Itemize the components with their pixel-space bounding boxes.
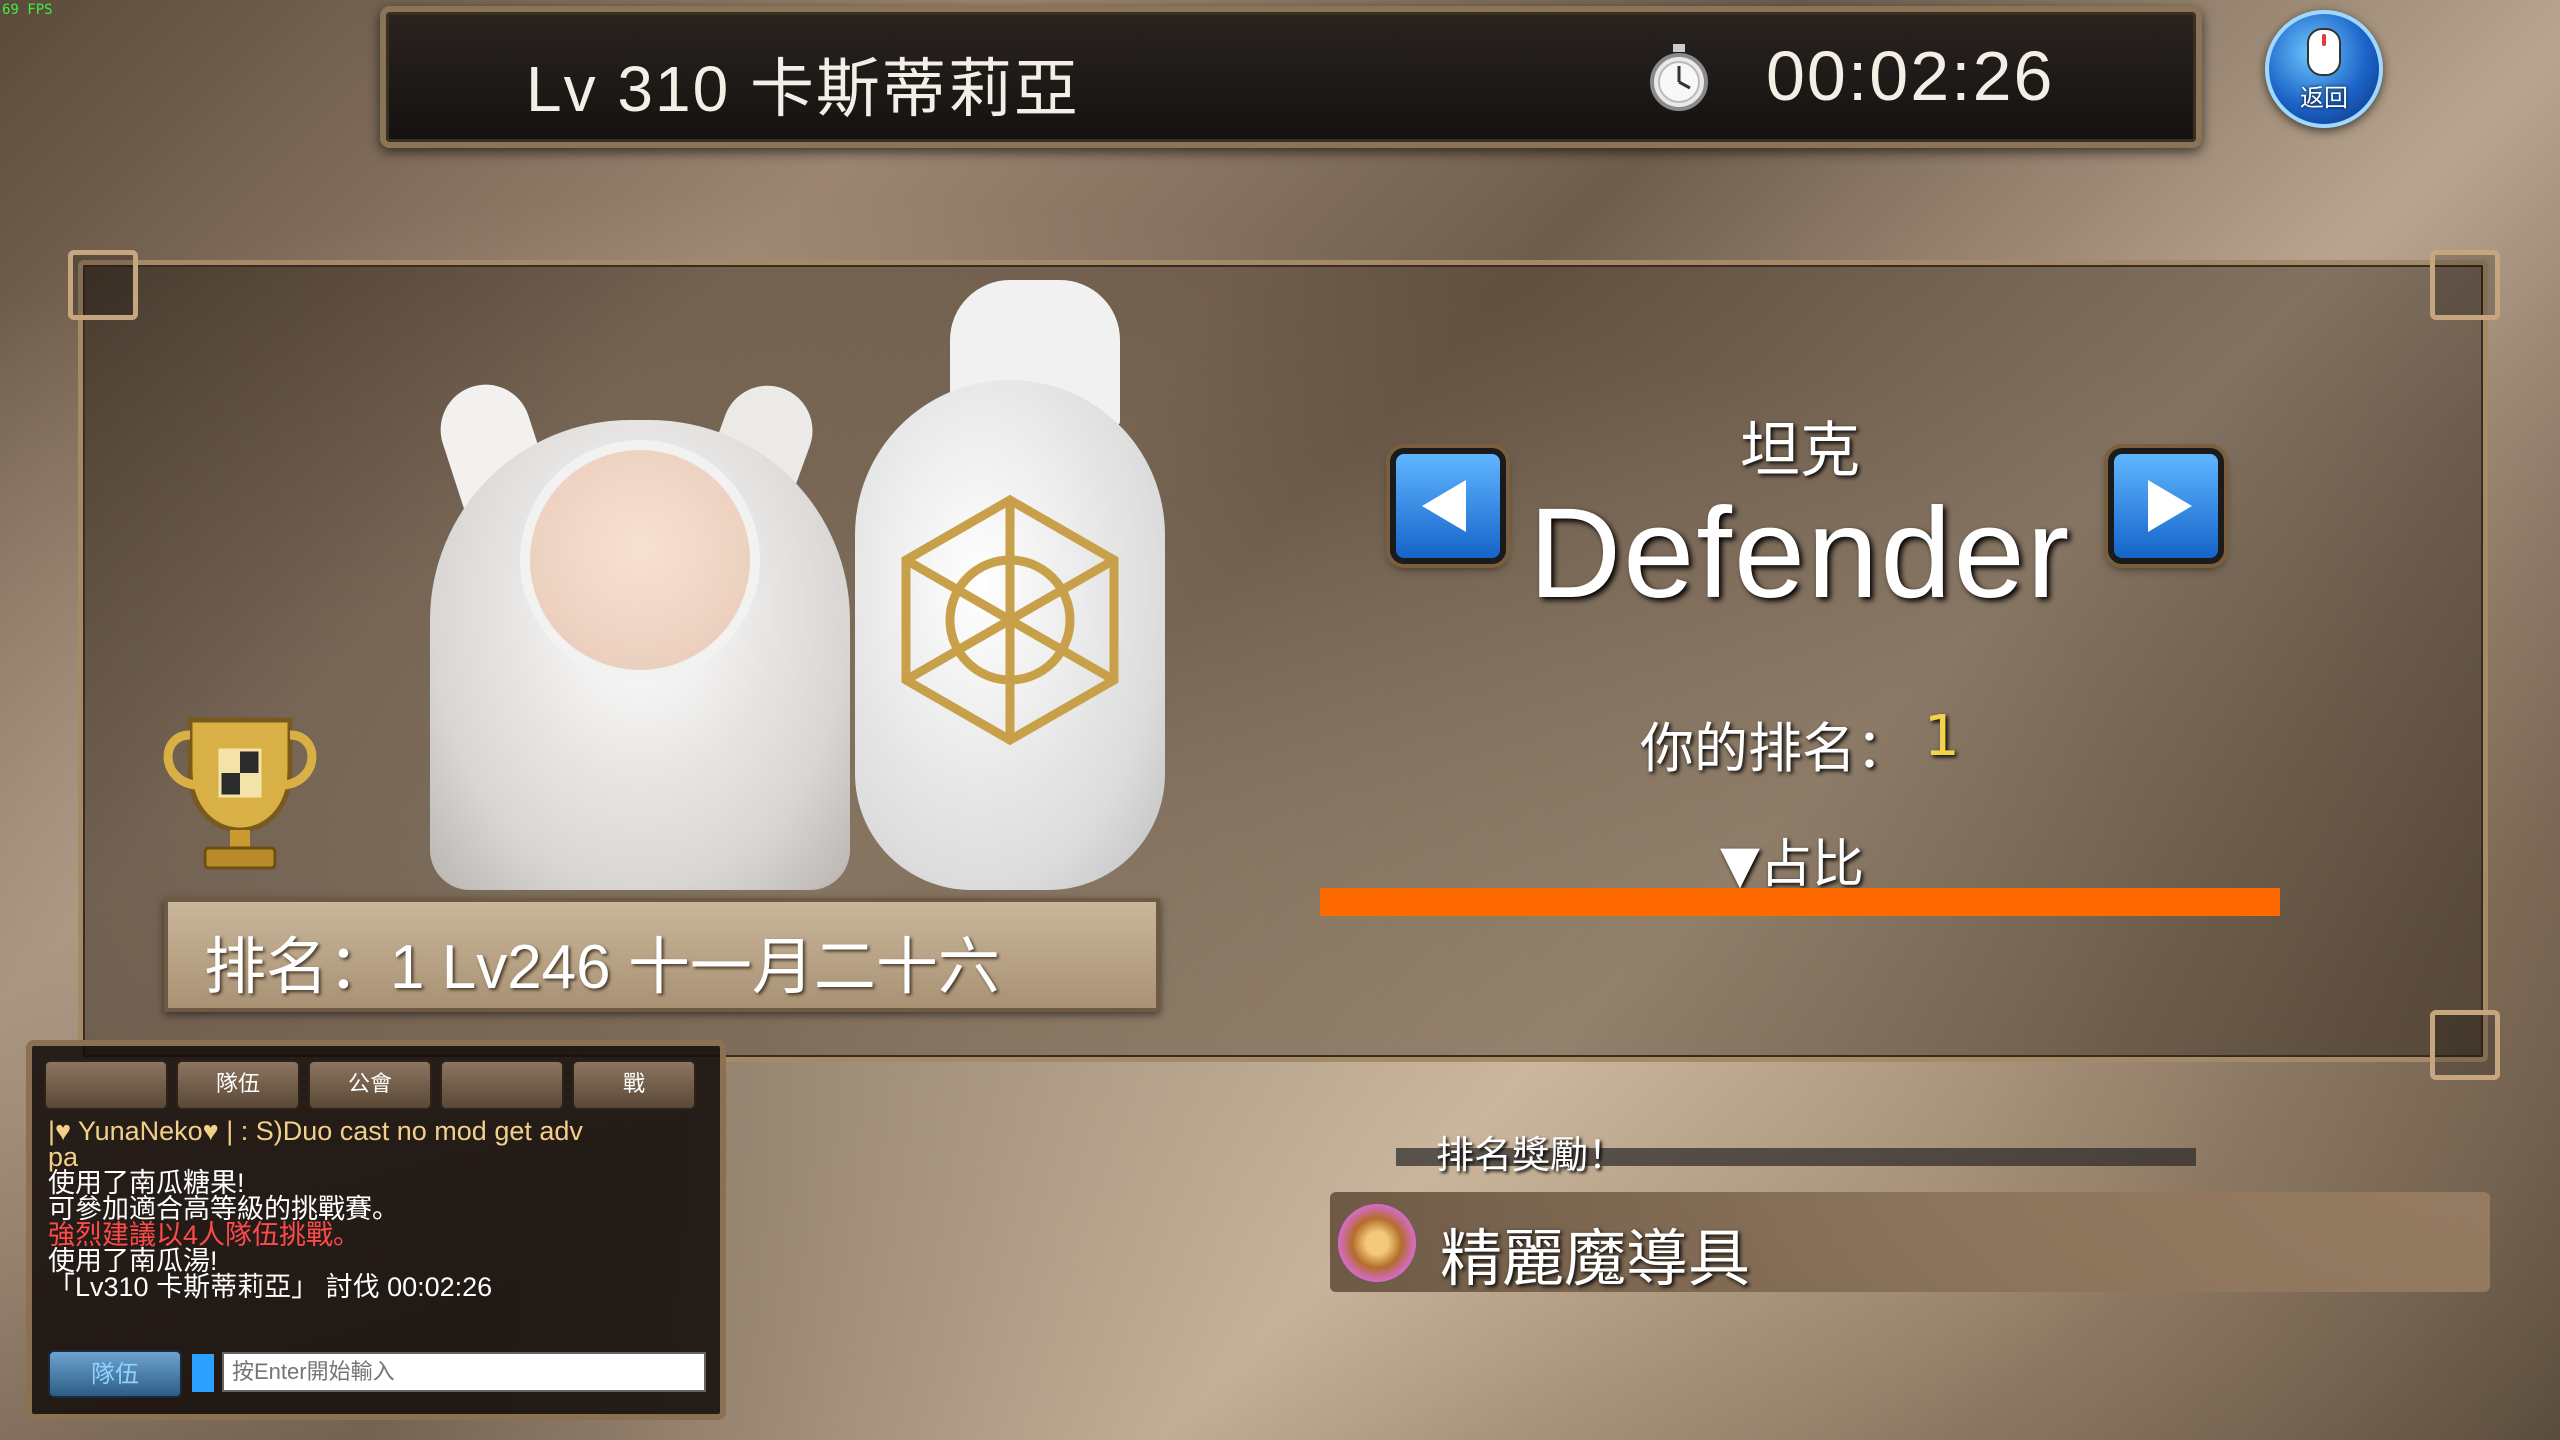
class-name-english: Defender [1528,482,2072,625]
chat-tab-battle[interactable]: 戰 [572,1060,696,1110]
top-bar: Lv 310 卡斯蒂莉亞 00:02:26 [380,6,2202,148]
shield-emblem-icon [901,494,1119,746]
chat-message: 「Lv310 卡斯蒂莉亞」 討伐 00:02:26 [48,1272,493,1302]
chat-message: 使用了南瓜糖果! [48,1168,245,1198]
panel-corner-ornament [2430,250,2500,320]
chat-message: 強烈建議以4人隊伍挑戰。 [48,1220,361,1250]
boss-level-title: Lv 310 卡斯蒂莉亞 [526,53,1080,125]
chat-log: |♥ YunaNeko♥ | : S)Duo cast no mod get a… [48,1118,708,1348]
chat-message: 可參加適合高等級的挑戰賽。 [48,1194,399,1224]
chat-channel-button[interactable]: 隊伍 [48,1350,182,1398]
top-rank-text: 排名：1 Lv246 十一月二十六 [204,933,1000,1002]
back-button[interactable]: 返回 [2265,10,2383,128]
elapsed-timer: 00:02:26 [1766,37,2055,115]
back-button-label: 返回 [2300,84,2348,112]
your-rank-value: 1 [1924,704,1960,769]
reward-title: 排名獎勵！ [1436,1133,1627,1177]
share-toggle[interactable]: ▼占比 [1720,822,1864,897]
fps-counter: 69 FPS [2,2,53,18]
your-rank-label: 你的排名： [1640,717,1910,780]
arrow-left-icon [1422,480,1466,532]
class-name-chinese: 坦克 [1740,416,1860,486]
arrow-right-icon [2148,480,2192,532]
mouse-icon [2307,28,2341,76]
stopwatch-icon [1650,44,1708,111]
chat-cursor [192,1354,214,1392]
chat-input[interactable] [222,1352,706,1392]
share-bar-fill [1320,888,2280,916]
chat-window: 隊伍 公會 戰 |♥ YunaNeko♥ | : S)Duo cast no m… [26,1040,726,1420]
chat-message: 使用了南瓜湯! [48,1246,218,1276]
next-class-button[interactable] [2108,448,2224,564]
chat-message: pa [48,1142,79,1172]
chat-tab-guild[interactable]: 公會 [308,1060,432,1110]
trophy-icon [163,717,317,870]
chat-tab-whisper[interactable] [440,1060,564,1110]
reward-item-name: 精麗魔導具 [1440,1222,1751,1295]
panel-corner-ornament [68,250,138,320]
character-portrait [520,440,760,680]
chat-message: |♥ YunaNeko♥ | : S)Duo cast no mod get a… [48,1118,583,1146]
magic-ring-icon [1338,1204,1416,1282]
panel-corner-ornament [2430,1010,2500,1080]
chat-tab-party[interactable]: 隊伍 [176,1060,300,1110]
top-rank-card: 排名：1 Lv246 十一月二十六 [164,898,1160,1012]
chat-tab-all[interactable] [44,1060,168,1110]
share-bar [1320,888,2280,916]
